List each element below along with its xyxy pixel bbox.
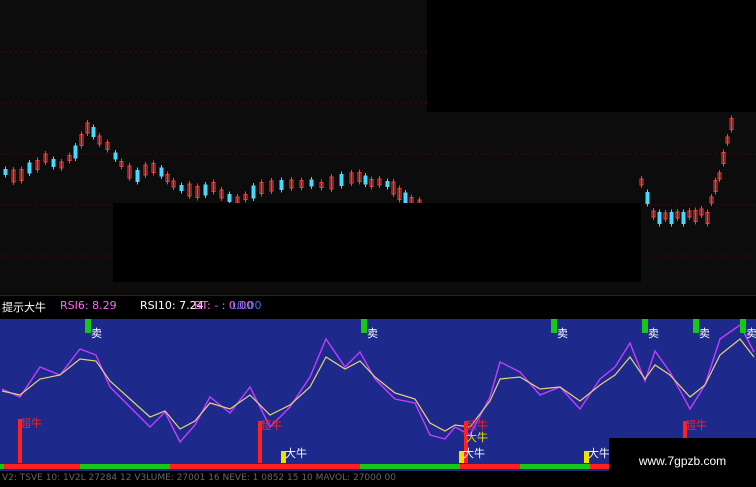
candle-body xyxy=(27,162,32,174)
da-niu-label: 大牛 xyxy=(285,446,307,460)
candle-body xyxy=(179,185,184,191)
signal-strip-segment xyxy=(360,464,460,469)
volume-readout: V2: TSVE 10: 1V2L 27284 12 V3LUME: 27001… xyxy=(2,473,396,483)
candle-body xyxy=(113,152,118,160)
candle-body xyxy=(645,192,650,204)
candle-body xyxy=(669,212,674,224)
candle-body xyxy=(309,179,314,187)
candle-body xyxy=(403,192,408,204)
chao-niu-label: 超牛 xyxy=(20,416,42,430)
candle-body xyxy=(385,181,390,187)
sell-signal-label: 卖 xyxy=(557,327,568,340)
candle-body xyxy=(159,167,164,177)
signal-strip-segment xyxy=(4,464,80,469)
candle-body xyxy=(203,184,208,196)
da-niu-label: 大牛 xyxy=(463,446,485,460)
sell-signal-label: 卖 xyxy=(746,327,756,340)
redacted-area-top-right xyxy=(427,0,756,112)
sell-signal-label: 卖 xyxy=(699,327,710,340)
candle-body xyxy=(3,169,8,175)
signal-strip-segment xyxy=(80,464,170,469)
indicator-top-strip xyxy=(0,317,756,319)
chao-niu-label: 超牛 xyxy=(685,418,707,432)
candle-body xyxy=(681,212,686,224)
signal-strip-segment xyxy=(282,464,360,469)
da-niu-label: 大牛 xyxy=(466,430,488,444)
signal-strip-segment xyxy=(170,464,282,469)
rsi10-line xyxy=(1,338,755,432)
candle-body xyxy=(227,194,232,202)
candle-body xyxy=(657,212,662,224)
candle-body xyxy=(251,185,256,199)
sell-signal-label: 卖 xyxy=(648,327,659,340)
candle-body xyxy=(363,175,368,185)
chao-niu-label: 超牛 xyxy=(466,418,488,432)
candle-body xyxy=(51,159,56,167)
chao-niu-label: 超牛 xyxy=(260,418,282,432)
candle-body xyxy=(73,145,78,159)
watermark-box: www.7gpzb.com xyxy=(609,438,756,487)
signal-strip-segment xyxy=(0,464,4,469)
rsi6-line xyxy=(1,323,755,444)
candle-body xyxy=(91,127,96,137)
watermark-text: www.7gpzb.com xyxy=(638,454,727,468)
indicator-name: 提示大牛 xyxy=(2,301,46,314)
rsi6-readout: RSI6: 8.29 xyxy=(60,299,117,312)
indicator-header: 提示大牛 RSI6: 8.29 RSI10: 7.24 BT: - : 0.00… xyxy=(0,295,756,318)
redacted-area-center xyxy=(113,203,641,282)
candle-body xyxy=(135,170,140,182)
da-niu-label: 大牛 xyxy=(588,446,610,460)
sell-signal-label: 卖 xyxy=(367,327,378,340)
candle-body xyxy=(339,174,344,186)
candle-body xyxy=(279,180,284,190)
signal-strip-segment xyxy=(520,464,590,469)
price-chart-pane[interactable] xyxy=(0,0,756,295)
sell-signal-label: 卖 xyxy=(91,327,102,340)
signal-strip-segment xyxy=(460,464,520,469)
bt-value: 10.00 xyxy=(230,299,262,312)
